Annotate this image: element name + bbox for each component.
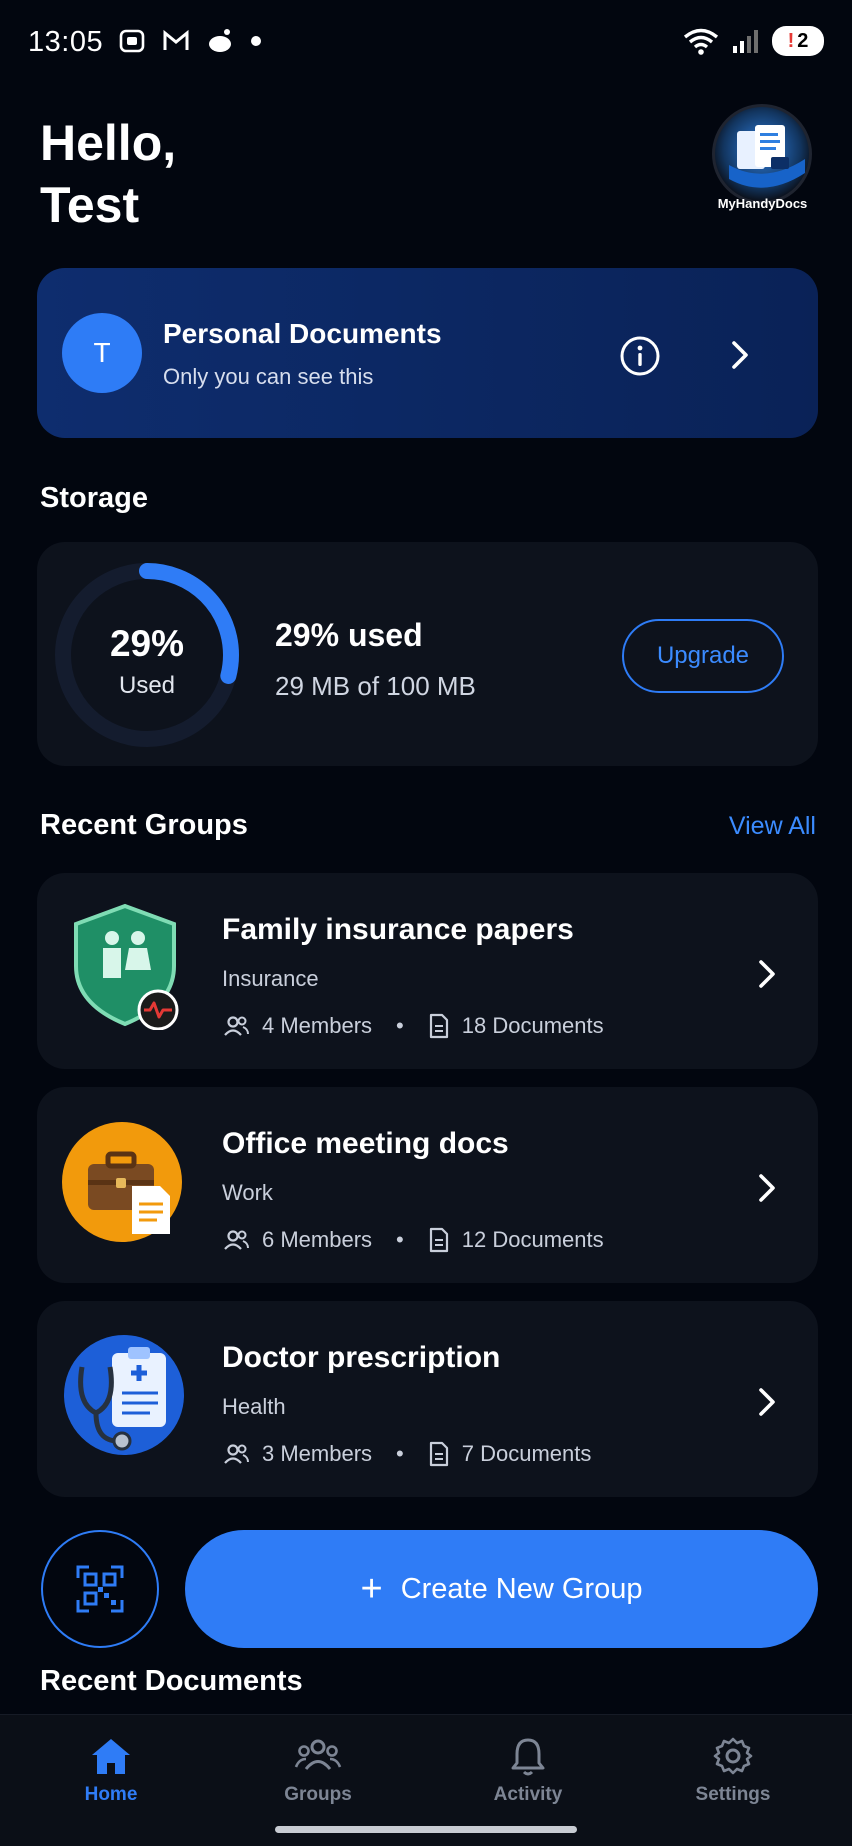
nav-home[interactable]: Home	[41, 1736, 181, 1806]
nav-label: Settings	[695, 1784, 771, 1805]
group-documents: 18 Documents	[461, 1013, 604, 1038]
reddit-icon	[209, 29, 231, 52]
gear-icon	[713, 1737, 753, 1775]
group-title: Family insurance papers	[222, 913, 574, 946]
meta-separator: •	[396, 1013, 404, 1038]
battery-level: 2	[797, 29, 809, 52]
logo-label: MyHandyDocs	[717, 196, 808, 211]
qr-code-icon	[76, 1565, 124, 1613]
group-documents: 7 Documents	[461, 1441, 592, 1466]
shield-family-icon	[74, 903, 179, 1030]
battery-indicator: ! 2	[772, 26, 824, 56]
group-meta: 3 Members • 7 Documents	[222, 1441, 591, 1467]
nav-groups[interactable]: Groups	[248, 1736, 388, 1806]
documents-logo-icon	[729, 125, 805, 188]
screen-capture-icon	[119, 29, 145, 53]
storage-detail-text: 29 MB of 100 MB	[275, 671, 476, 701]
group-title: Office meeting docs	[222, 1127, 509, 1160]
battery-alert: !	[787, 29, 795, 52]
storage-percent: 29%	[109, 623, 185, 664]
chevron-right-icon[interactable]	[757, 958, 777, 990]
members-icon	[224, 1016, 249, 1036]
chevron-right-icon[interactable]	[727, 338, 753, 372]
wifi-icon	[683, 28, 719, 55]
chevron-right-icon[interactable]	[757, 1386, 777, 1418]
plus-icon: +	[360, 1568, 383, 1610]
personal-avatar: T	[62, 313, 142, 393]
group-members: 6 Members	[262, 1227, 373, 1252]
personal-documents-subtitle: Only you can see this	[163, 364, 374, 389]
scan-qr-button[interactable]	[41, 1530, 159, 1648]
group-category: Insurance	[222, 966, 319, 991]
document-icon	[429, 1441, 448, 1467]
nav-label: Activity	[493, 1784, 563, 1805]
more-notifications-dot	[251, 36, 261, 46]
app-logo-avatar[interactable]	[712, 104, 812, 204]
nav-label: Home	[84, 1784, 138, 1805]
home-icon	[92, 1739, 130, 1774]
chevron-right-icon[interactable]	[757, 1172, 777, 1204]
home-indicator	[275, 1826, 577, 1833]
personal-documents-card[interactable]	[37, 268, 818, 438]
group-documents: 12 Documents	[461, 1227, 604, 1252]
group-meta: 6 Members • 12 Documents	[222, 1227, 604, 1253]
stethoscope-icon	[64, 1335, 184, 1455]
recent-documents-title: Recent Documents	[40, 1665, 303, 1697]
nav-activity[interactable]: Activity	[458, 1736, 598, 1806]
groups-icon	[294, 1739, 342, 1770]
briefcase-icon	[62, 1122, 182, 1242]
greeting-hello: Hello,	[40, 115, 177, 171]
group-members: 3 Members	[262, 1441, 373, 1466]
info-icon[interactable]	[619, 335, 661, 377]
gmail-icon	[163, 29, 189, 50]
storage-used-text: 29% used	[275, 617, 423, 653]
create-new-group-button[interactable]: + Create New Group	[185, 1530, 818, 1648]
members-icon	[224, 1444, 249, 1464]
storage-section-title: Storage	[40, 482, 148, 514]
group-meta: 4 Members • 18 Documents	[222, 1013, 604, 1039]
group-members: 4 Members	[262, 1013, 373, 1038]
nav-settings[interactable]: Settings	[663, 1736, 803, 1806]
nav-label: Groups	[284, 1784, 352, 1805]
status-notification-icons	[118, 28, 262, 54]
group-category: Work	[222, 1180, 273, 1205]
document-icon	[429, 1227, 448, 1253]
storage-ring-caption: Used	[118, 672, 176, 699]
meta-separator: •	[396, 1441, 404, 1466]
personal-documents-title: Personal Documents	[163, 318, 442, 349]
view-all-link[interactable]: View All	[729, 812, 816, 841]
meta-separator: •	[396, 1227, 404, 1252]
bell-icon	[511, 1738, 545, 1776]
members-icon	[224, 1230, 249, 1250]
create-new-group-label: Create New Group	[400, 1572, 643, 1605]
group-title: Doctor prescription	[222, 1341, 501, 1374]
recent-groups-title: Recent Groups	[40, 809, 248, 841]
signal-icon	[733, 30, 758, 53]
document-icon	[429, 1013, 448, 1039]
group-category: Health	[222, 1394, 286, 1419]
status-time: 13:05	[28, 26, 104, 58]
status-system-icons: ! 2	[682, 26, 824, 56]
upgrade-button[interactable]: Upgrade	[622, 619, 784, 693]
greeting: Hello, Test	[40, 112, 176, 236]
greeting-username: Test	[40, 177, 140, 233]
